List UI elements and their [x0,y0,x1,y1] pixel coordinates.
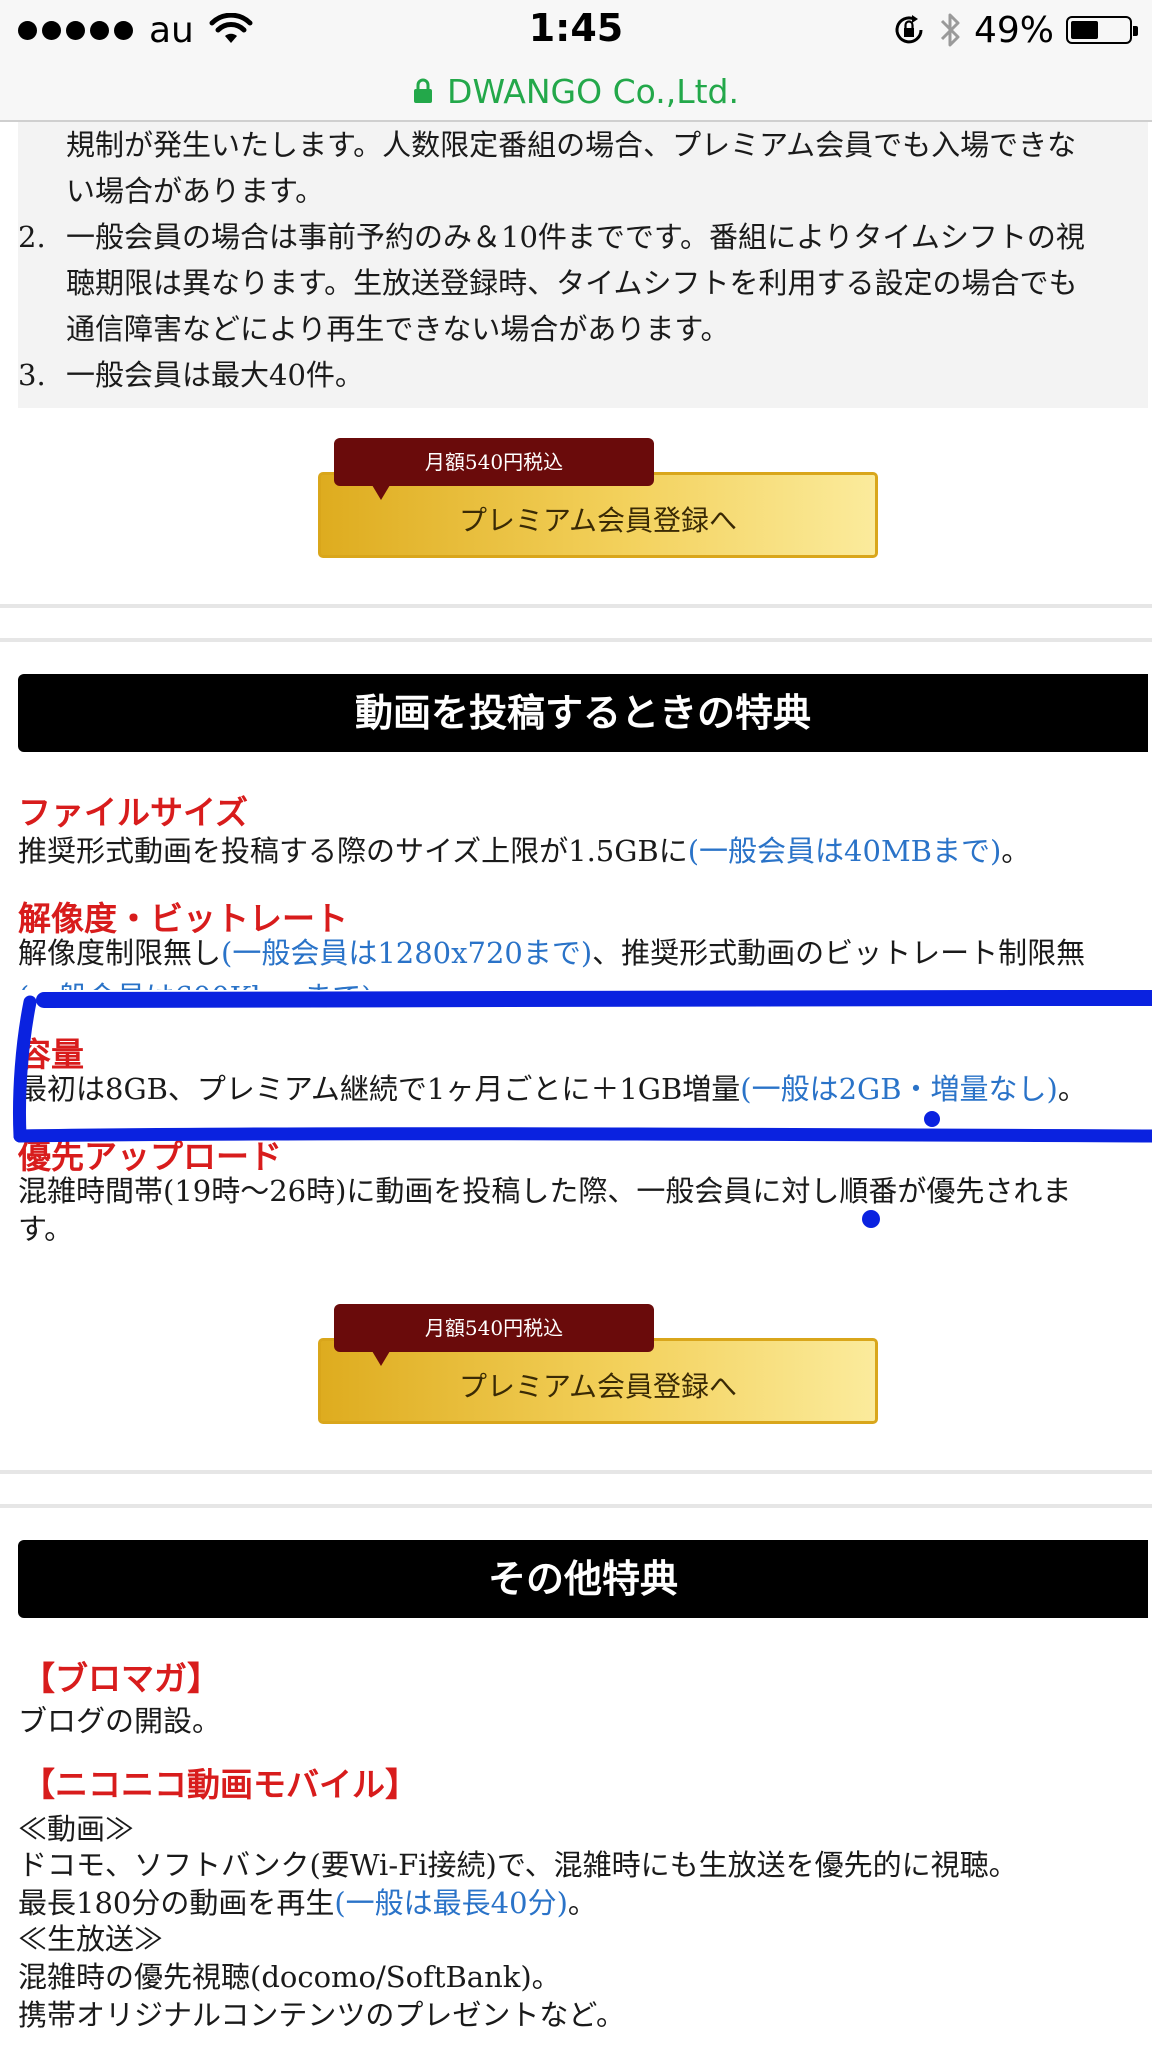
lock-icon [414,78,433,103]
section-heading-upload: 動画を投稿するときの特典 [18,674,1148,752]
note-number: 3. [18,358,46,392]
note-line: 一般会員は最大40件。 [66,358,364,392]
mobile-line-4: 携帯オリジナルコンテンツのプレゼントなど。 [18,1998,625,2032]
notes-list: 規制が発生いたします。人数限定番組の場合、プレミアム会員でも入場できな い場合が… [18,122,1148,398]
feature-link[interactable]: (一般は2GB・増量なし) [740,1072,1058,1106]
mobile-title: 【ニコニコ動画モバイル】 [22,1765,418,1804]
premium-signup-cta: 月額540円税込 プレミアム会員登録へ [318,1304,878,1428]
divider [0,1504,1152,1508]
notes-box: 規制が発生いたします。人数限定番組の場合、プレミアム会員でも入場できな い場合が… [18,122,1148,408]
note-number: 2. [18,220,46,254]
feature-text: 最初は8GB、プレミアム継続で1ヶ月ごとに＋1GB増量 [18,1072,741,1106]
battery-percentage: 49% [973,9,1054,51]
feature-title-capacity: 容量 [18,1035,84,1074]
note-item: 2. 一般会員の場合は事前予約のみ＆10件までです。番組によりタイムシフトの視 … [18,214,1148,352]
premium-signup-cta: 月額540円税込 プレミアム会員登録へ [318,438,878,562]
note-line: 規制が発生いたします。人数限定番組の場合、プレミアム会員でも入場できな [66,128,1077,162]
feature-text-priority-upload: 混雑時間帯(19時〜26時)に動画を投稿した際、一般会員に対し順番が優先されま [18,1174,1072,1208]
note-line: 通信障害などにより再生できない場合があります。 [66,312,730,346]
bluetooth-icon [940,13,960,47]
note-item: 3. 一般会員は最大40件。 [18,352,1148,398]
mobile-line-1: ドコモ、ソフトバンク(要Wi-Fi接続)で、混雑時にも生放送を優先的に視聴。 [18,1848,1018,1882]
feature-link[interactable]: (一般会員は1280x720まで) [221,936,592,970]
orientation-lock-icon [895,15,923,44]
feature-text-resolution: 解像度制限無し(一般会員は1280x720まで)、推奨形式動画のビットレート制限… [18,934,1085,972]
feature-text-tail: 。 [1057,1072,1087,1106]
blomaga-text: ブログの開設。 [18,1704,222,1738]
note-line: い場合があります。 [66,174,325,208]
feature-link-clipped[interactable]: (一般会員は600Kbpsまで) [18,974,373,990]
feature-text: 解像度制限無し [18,936,222,970]
mobile-line-3: 混雑時の優先視聴(docomo/SoftBank)。 [18,1960,561,1994]
feature-link[interactable]: (一般会員は40MBまで) [688,834,1002,868]
battery-icon [1066,16,1138,44]
price-tag: 月額540円税込 [334,1304,654,1366]
mobile-line-2-text: 最長180分の動画を再生 [18,1886,335,1920]
url-domain: DWANGO Co.,Ltd. [447,71,739,111]
feature-text-file-size: 推奨形式動画を投稿する際のサイズ上限が1.5GBに(一般会員は40MBまで)。 [18,832,1030,870]
feature-text-capacity: 最初は8GB、プレミアム継続で1ヶ月ごとに＋1GB増量(一般は2GB・増量なし)… [18,1070,1087,1108]
price-tag: 月額540円税込 [334,438,654,500]
status-bar: au 1:45 49% [0,0,1152,62]
note-line: 聴期限は異なります。生放送登録時、タイムシフトを利用する設定の場合でも [66,266,1078,300]
feature-title-resolution: 解像度・ビットレート [18,899,348,938]
feature-text-priority-upload-cont: す。 [18,1212,74,1246]
divider [0,604,1152,608]
mobile-line-2-link[interactable]: (一般は最長40分) [334,1886,568,1920]
divider [0,638,1152,642]
feature-text: 推奨形式動画を投稿する際のサイズ上限が1.5GBに [18,834,688,868]
feature-text-tail: 、推奨形式動画のビットレート制限無 [592,936,1086,970]
note-item: 規制が発生いたします。人数限定番組の場合、プレミアム会員でも入場できな い場合が… [18,122,1148,214]
url-bar[interactable]: DWANGO Co.,Ltd. [0,62,1152,122]
feature-title-priority-upload: 優先アップロード [18,1137,282,1176]
mobile-live-label: ≪生放送≫ [18,1922,164,1956]
blomaga-title: 【ブロマガ】 [22,1659,220,1698]
page-content: 規制が発生いたします。人数限定番組の場合、プレミアム会員でも入場できな い場合が… [0,122,1152,2048]
status-right: 49% [892,8,1138,52]
section-heading-other: その他特典 [18,1540,1148,1618]
note-line: 一般会員の場合は事前予約のみ＆10件までです。番組によりタイムシフトの視 [66,220,1085,254]
mobile-line-2-tail: 。 [567,1886,597,1920]
divider [0,1470,1152,1474]
feature-text-tail: 。 [1001,834,1031,868]
feature-title-file-size: ファイルサイズ [18,793,249,832]
